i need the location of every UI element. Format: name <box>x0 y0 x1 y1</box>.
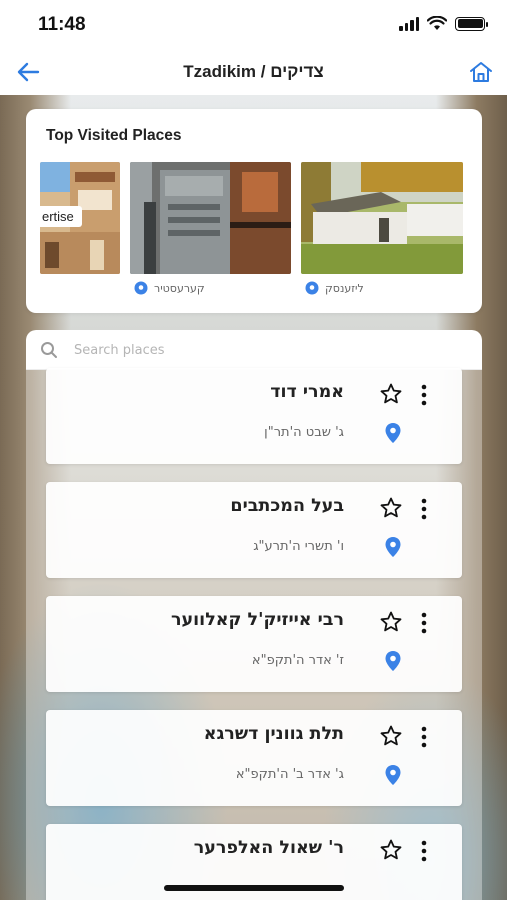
search-icon <box>41 342 57 358</box>
tzadik-date: ג' שבט ה'תר"ן <box>264 425 344 440</box>
place-caption-lizensk[interactable]: ליזענסק <box>305 281 364 295</box>
search-bar <box>26 330 482 370</box>
more-vertical-icon[interactable] <box>416 497 432 521</box>
tzadik-name: בעל המכתבים <box>230 496 344 516</box>
list-item[interactable]: רבי אייזיק'ל קאלווער ז' אדר ה'תקפ"א <box>46 596 462 692</box>
star-icon[interactable] <box>379 382 403 406</box>
status-icons <box>399 16 488 31</box>
status-time: 11:48 <box>38 14 86 35</box>
ohel-building-image <box>301 162 463 274</box>
search-input[interactable] <box>74 339 464 361</box>
home-indicator[interactable] <box>164 885 344 891</box>
navigation-bar: Tzadikim / צדיקים <box>0 50 507 95</box>
page-title: Tzadikim / צדיקים <box>183 62 324 81</box>
map-pin-icon[interactable] <box>384 650 402 672</box>
tzadik-name: רבי אייזיק'ל קאלווער <box>170 610 344 630</box>
wifi-icon <box>427 16 447 30</box>
advertise-tag: ertise <box>40 206 82 227</box>
top-visited-title: Top Visited Places <box>46 127 182 144</box>
gravestones-image <box>130 162 291 274</box>
tzadik-name: תלת גוונין דשרגא <box>203 724 344 744</box>
map-pin-icon[interactable] <box>384 536 402 558</box>
more-vertical-icon[interactable] <box>416 725 432 749</box>
battery-icon <box>455 16 488 31</box>
place-caption-keresztur[interactable]: קערעסטיר <box>134 281 205 295</box>
place-thumbnail-lizensk[interactable] <box>301 162 463 274</box>
tzadik-name: ר' שאול האלפרער <box>193 838 344 858</box>
list-item[interactable]: תלת גוונין דשרגא ג' אדר ב' ה'תקפ"א <box>46 710 462 806</box>
star-icon[interactable] <box>379 496 403 520</box>
tzadik-date: ו' תשרי ה'תרע"ג <box>253 539 344 554</box>
star-icon[interactable] <box>379 838 403 862</box>
cellular-signal-icon <box>399 16 419 31</box>
map-pin-icon <box>305 281 319 295</box>
status-bar: 11:48 <box>0 0 507 50</box>
place-caption-text: קערעסטיר <box>154 281 205 295</box>
place-thumbnail-ad[interactable]: ertise <box>40 162 120 274</box>
tzadik-date: ז' אדר ה'תקפ"א <box>251 653 344 668</box>
place-caption-text: ליזענסק <box>325 281 364 295</box>
star-icon[interactable] <box>379 610 403 634</box>
place-thumbnail-keresztur[interactable] <box>130 162 291 274</box>
more-vertical-icon[interactable] <box>416 383 432 407</box>
home-icon[interactable] <box>467 59 495 85</box>
top-visited-card: Top Visited Places ertise קערעסטיר ליזענ… <box>26 109 482 313</box>
list-item[interactable]: אמרי דוד ג' שבט ה'תר"ן <box>46 368 462 464</box>
list-item[interactable]: בעל המכתבים ו' תשרי ה'תרע"ג <box>46 482 462 578</box>
tzadik-name: אמרי דוד <box>270 382 344 402</box>
places-list-panel: אמרי דוד ג' שבט ה'תר"ן בעל המכתבים ו' תש… <box>26 330 482 900</box>
more-vertical-icon[interactable] <box>416 611 432 635</box>
star-icon[interactable] <box>379 724 403 748</box>
map-pin-icon[interactable] <box>384 422 402 444</box>
map-pin-icon[interactable] <box>384 764 402 786</box>
more-vertical-icon[interactable] <box>416 839 432 863</box>
tzadik-date: ג' אדר ב' ה'תקפ"א <box>235 767 344 782</box>
map-pin-icon <box>134 281 148 295</box>
